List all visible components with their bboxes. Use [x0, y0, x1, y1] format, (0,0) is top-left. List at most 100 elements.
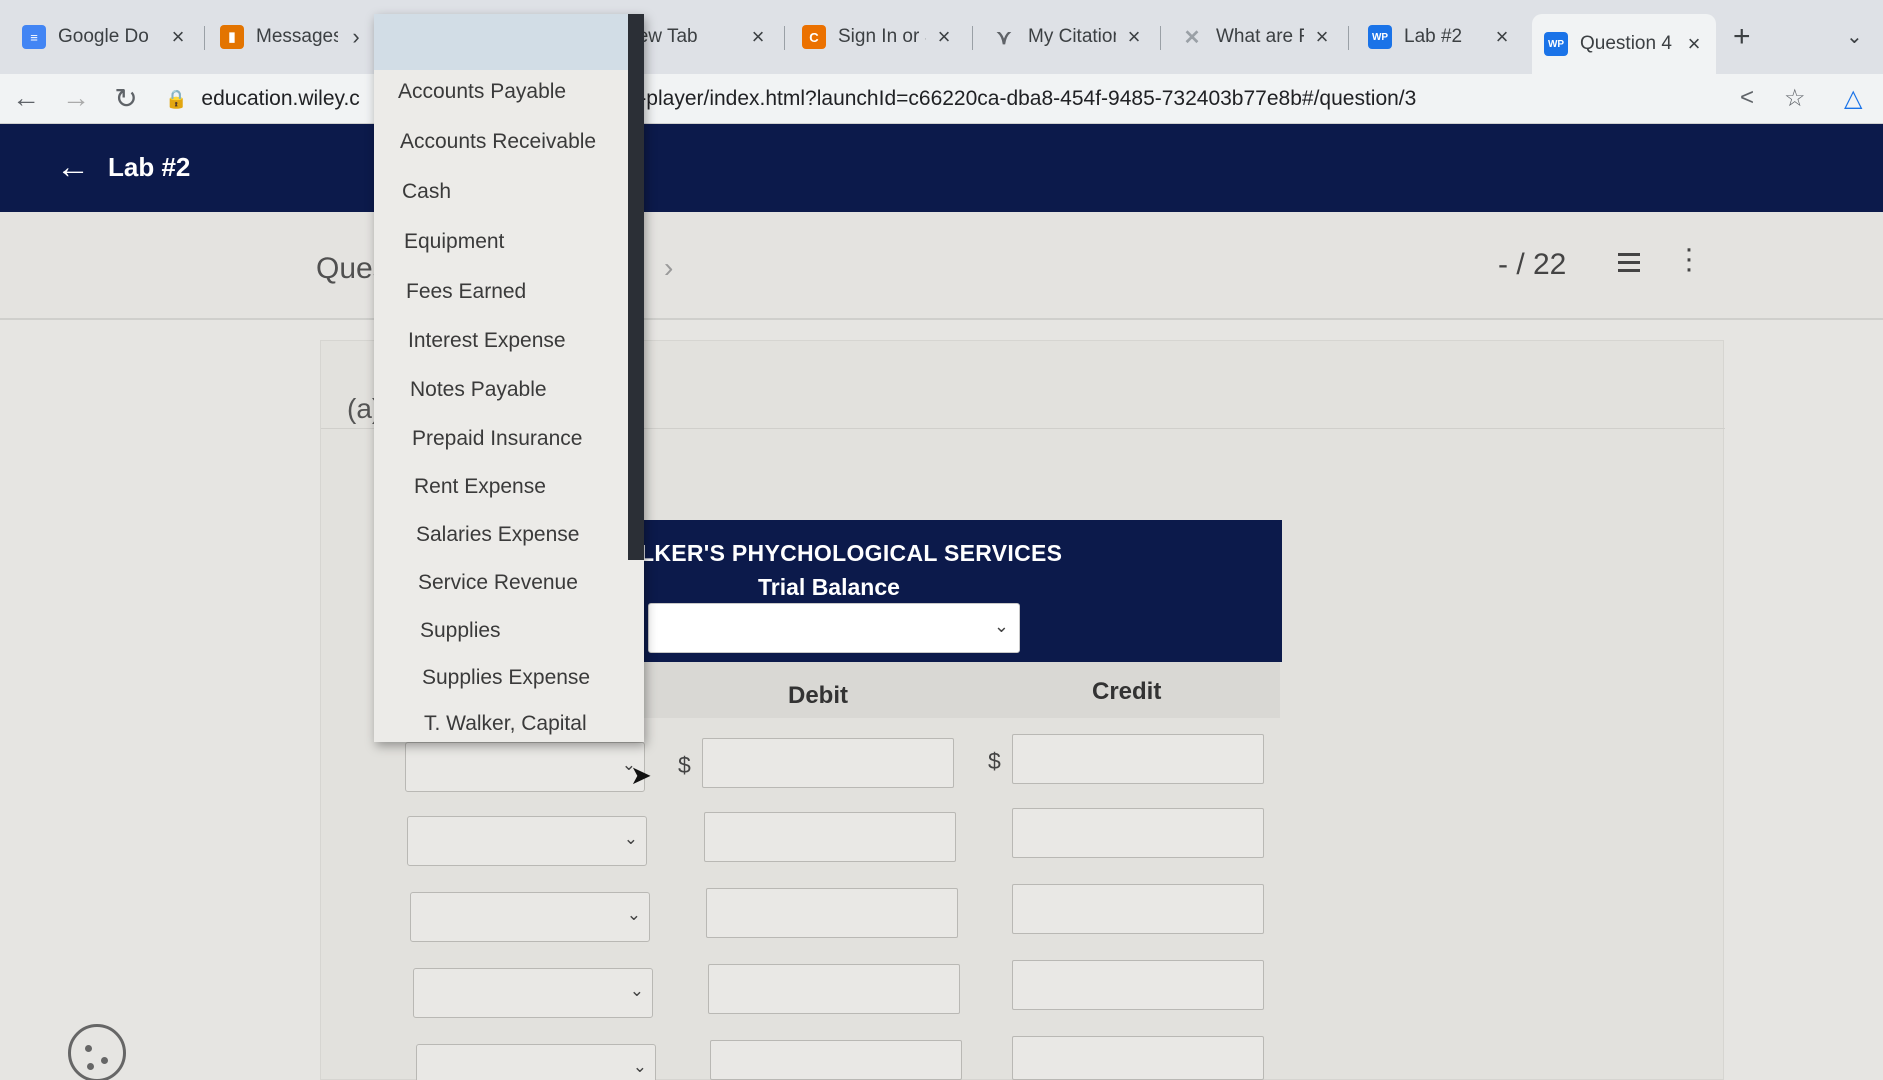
share-icon[interactable]: < [1740, 84, 1754, 112]
dropdown-top-strip [374, 14, 644, 70]
question-list-icon[interactable] [1608, 248, 1640, 276]
credit-amount-input[interactable] [1012, 734, 1264, 784]
credit-amount-input[interactable] [1012, 808, 1264, 858]
dropdown-option[interactable]: Supplies [420, 619, 501, 643]
tab-my-citation[interactable]: ⋎ My Citation × [980, 16, 1156, 58]
url-host: education.wiley.c [201, 87, 360, 110]
new-tab-icon[interactable]: + [1733, 20, 1751, 54]
tab-title: What are F [1216, 26, 1304, 47]
chegg-icon: C [802, 25, 826, 49]
tab-question-4[interactable]: WP Question 4 × [1532, 14, 1716, 74]
dropdown-option[interactable]: Service Revenue [418, 571, 578, 595]
back-arrow-icon[interactable]: ← [56, 148, 90, 187]
tab-title: Question 4 [1580, 33, 1672, 54]
app-header: ← Lab #2 [0, 124, 1883, 212]
close-icon[interactable]: × [1684, 31, 1704, 57]
dropdown-option[interactable]: Supplies Expense [422, 666, 590, 690]
close-icon[interactable]: × [748, 24, 768, 50]
forward-arrow-icon[interactable]: → [58, 82, 94, 114]
dollar-sign: $ [678, 752, 691, 778]
question-nav-bar: Ques › - / 22 · · · [0, 212, 1883, 320]
credit-amount-input[interactable] [1012, 884, 1264, 934]
debit-amount-input[interactable] [710, 1040, 962, 1080]
citation-icon: ⋎ [996, 26, 1012, 49]
lock-icon: 🔒 [165, 88, 188, 109]
chevron-down-icon: ⌄ [632, 1057, 647, 1076]
chevron-right-icon[interactable]: › [664, 252, 673, 284]
account-select[interactable]: ⌄ [405, 742, 645, 792]
tab-title: Google Do [58, 26, 149, 47]
credit-column-header: Credit [1092, 678, 1162, 705]
drive-icon[interactable]: △ [1844, 84, 1862, 113]
browser-tab-strip: ≡ Google Do × ▮ Messages › New Tab × C S… [0, 0, 1883, 74]
tab-separator [1348, 26, 1349, 50]
close-icon[interactable]: × [1312, 24, 1332, 50]
browser-toolbar: ← → ↻ 🔒 education.wiley.c nt-player/inde… [0, 74, 1883, 124]
statement-title: Trial Balance [758, 574, 900, 600]
tab-title: Sign In or S [838, 26, 926, 47]
dropdown-option[interactable]: T. Walker, Capital [424, 712, 587, 736]
debit-amount-input[interactable] [708, 964, 960, 1014]
tab-title: Messages [256, 26, 338, 47]
dropdown-scrollbar[interactable] [628, 14, 644, 560]
dropdown-option[interactable]: Interest Expense [408, 329, 566, 353]
tab-separator [204, 26, 205, 50]
dropdown-option[interactable]: Accounts Receivable [400, 130, 596, 154]
cookie-settings-icon[interactable] [68, 1024, 126, 1080]
dropdown-option[interactable]: Prepaid Insurance [412, 427, 582, 451]
more-options-icon[interactable]: · · · [1684, 234, 1694, 284]
date-select[interactable]: ⌄ [648, 603, 1020, 653]
debit-amount-input[interactable] [706, 888, 958, 938]
tab-separator [972, 26, 973, 50]
dropdown-option[interactable]: Cash [402, 180, 451, 204]
mouse-cursor-icon: ➤ [630, 760, 652, 790]
tab-messages[interactable]: ▮ Messages › [208, 16, 378, 58]
close-icon[interactable]: › [346, 24, 366, 50]
question-counter: - / 22 [1498, 248, 1567, 281]
assignment-title: Lab #2 [108, 152, 191, 182]
wp-icon: WP [1544, 32, 1568, 56]
reload-icon[interactable]: ↻ [108, 82, 144, 115]
chevron-down-icon: ⌄ [623, 829, 638, 848]
tab-lab-2[interactable]: WP Lab #2 × [1356, 16, 1524, 58]
dollar-sign: $ [988, 748, 1001, 774]
debit-amount-input[interactable] [702, 738, 954, 788]
close-icon[interactable]: × [168, 24, 188, 50]
docs-icon: ≡ [22, 25, 46, 49]
dropdown-option[interactable]: Equipment [404, 230, 504, 254]
close-icon[interactable]: × [934, 24, 954, 50]
tab-separator [1160, 26, 1161, 50]
close-icon[interactable]: × [1492, 24, 1512, 50]
close-icon[interactable]: × [1124, 24, 1144, 50]
wp-icon: WP [1368, 25, 1392, 49]
dropdown-option[interactable]: Notes Payable [410, 378, 547, 402]
dropdown-option[interactable]: Accounts Payable [398, 80, 566, 104]
tab-google-docs[interactable]: ≡ Google Do × [10, 16, 200, 58]
messages-icon: ▮ [220, 25, 244, 49]
site-icon: ✕ [1183, 26, 1201, 49]
url-path: nt-player/index.html?launchId=c66220ca-d… [621, 87, 1417, 110]
tab-what-are[interactable]: ✕ What are F × [1168, 16, 1344, 58]
tab-sign-in[interactable]: C Sign In or S × [790, 16, 966, 58]
dropdown-option[interactable]: Salaries Expense [416, 523, 579, 547]
account-dropdown-list[interactable]: Accounts Payable Accounts Receivable Cas… [374, 14, 644, 742]
debit-column-header: Debit [788, 682, 848, 709]
back-arrow-icon[interactable]: ← [8, 82, 44, 114]
dropdown-option[interactable]: Fees Earned [406, 280, 526, 304]
bookmark-star-icon[interactable]: ☆ [1784, 84, 1806, 113]
chevron-down-icon: ⌄ [993, 616, 1009, 636]
dropdown-option[interactable]: Rent Expense [414, 475, 546, 499]
account-select[interactable]: ⌄ [416, 1044, 656, 1080]
tab-search-chevron-icon[interactable]: ⌄ [1846, 24, 1863, 49]
account-select[interactable]: ⌄ [407, 816, 647, 866]
account-select[interactable]: ⌄ [410, 892, 650, 942]
debit-amount-input[interactable] [704, 812, 956, 862]
credit-amount-input[interactable] [1012, 1036, 1264, 1080]
chevron-down-icon: ⌄ [626, 905, 641, 924]
credit-amount-input[interactable] [1012, 960, 1264, 1010]
tab-title: My Citation [1028, 26, 1116, 47]
account-select[interactable]: ⌄ [413, 968, 653, 1018]
company-name: LKER'S PHYCHOLOGICAL SERVICES [640, 540, 1063, 566]
tab-separator [784, 26, 785, 50]
tab-title: Lab #2 [1404, 26, 1463, 47]
